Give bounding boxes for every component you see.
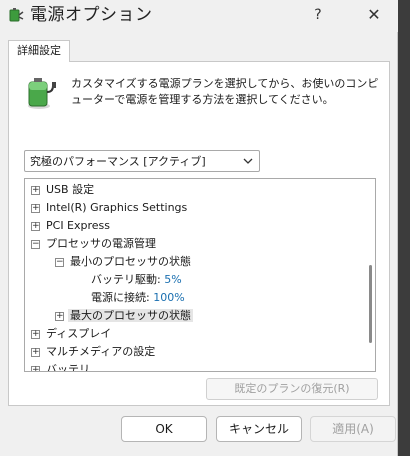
settings-panel: カスタマイズする電源プランを選択してから、お使いのコンピューターで電源を管理する… <box>8 61 390 406</box>
window-title: 電源オプション <box>30 5 153 25</box>
restore-defaults-button[interactable]: 既定のプランの復元(R) <box>206 378 378 400</box>
tree-item-on-battery[interactable]: バッテリ駆動: 5% <box>91 271 182 289</box>
power-options-dialog: 電源オプション ? ✕ 詳細設定 カスタマイズする電源プランを選択してから、お使… <box>0 0 398 456</box>
expand-icon[interactable]: + <box>31 366 40 371</box>
tree-item-plugged-in[interactable]: 電源に接続: 100% <box>91 289 185 307</box>
expand-icon[interactable]: + <box>31 204 40 213</box>
tree-item-label: ディスプレイ <box>46 327 112 340</box>
power-plan-value: 究極のパフォーマンス [アクティブ] <box>30 155 206 168</box>
setting-label: バッテリ駆動: <box>91 273 161 286</box>
expand-icon[interactable]: + <box>31 330 40 339</box>
apply-button[interactable]: 適用(A) <box>310 416 396 442</box>
power-options-icon <box>9 8 24 22</box>
expand-icon[interactable]: + <box>31 186 40 195</box>
collapse-icon[interactable]: − <box>31 240 40 249</box>
tree-item-processor-power[interactable]: − プロセッサの電源管理 <box>31 235 156 253</box>
ok-button[interactable]: OK <box>121 416 207 442</box>
tree-item-pci-express[interactable]: + PCI Express <box>31 217 110 235</box>
tree-item-max-processor-state[interactable]: + 最大のプロセッサの状態 <box>55 307 193 325</box>
close-button[interactable]: ✕ <box>363 4 385 26</box>
setting-value[interactable]: 5% <box>164 273 181 286</box>
settings-tree[interactable]: + USB 設定 + Intel(R) Graphics Settings + … <box>24 178 376 372</box>
tree-item-label: 最大のプロセッサの状態 <box>68 309 193 322</box>
cancel-button[interactable]: キャンセル <box>216 416 302 442</box>
tree-item-multimedia[interactable]: + マルチメディアの設定 <box>31 343 155 361</box>
collapse-icon[interactable]: − <box>55 258 64 267</box>
tree-item-label: 最小のプロセッサの状態 <box>70 255 191 268</box>
tree-item-min-processor-state[interactable]: − 最小のプロセッサの状態 <box>55 253 191 271</box>
tree-item-label: PCI Express <box>46 219 111 232</box>
help-button[interactable]: ? <box>309 6 327 24</box>
setting-value[interactable]: 100% <box>153 291 184 304</box>
tab-advanced-settings[interactable]: 詳細設定 <box>8 40 70 62</box>
expand-icon[interactable]: + <box>55 312 64 321</box>
tree-item-battery[interactable]: + バッテリ <box>31 361 90 372</box>
chevron-down-icon <box>243 158 253 164</box>
power-plan-dropdown[interactable]: 究極のパフォーマンス [アクティブ] <box>24 150 260 172</box>
description-text: カスタマイズする電源プランを選択してから、お使いのコンピューターで電源を管理する… <box>71 77 379 106</box>
expand-icon[interactable]: + <box>31 348 40 357</box>
setting-label: 電源に接続: <box>91 291 150 304</box>
tree-item-label: プロセッサの電源管理 <box>46 237 156 250</box>
tree-item-label: バッテリ <box>46 363 90 372</box>
tree-item-usb-settings[interactable]: + USB 設定 <box>31 181 94 199</box>
tree-item-intel-graphics[interactable]: + Intel(R) Graphics Settings <box>31 199 187 217</box>
battery-plug-icon <box>28 78 56 109</box>
expand-icon[interactable]: + <box>31 222 40 231</box>
desktop-background <box>398 0 410 456</box>
tree-scrollbar[interactable] <box>363 179 375 371</box>
tree-item-label: USB 設定 <box>46 183 95 196</box>
tree-item-label: Intel(R) Graphics Settings <box>46 201 188 214</box>
scrollbar-thumb[interactable] <box>369 265 372 343</box>
tree-item-label: マルチメディアの設定 <box>46 345 156 358</box>
title-bar: 電源オプション ? ✕ <box>0 0 398 32</box>
tree-item-display[interactable]: + ディスプレイ <box>31 325 111 343</box>
